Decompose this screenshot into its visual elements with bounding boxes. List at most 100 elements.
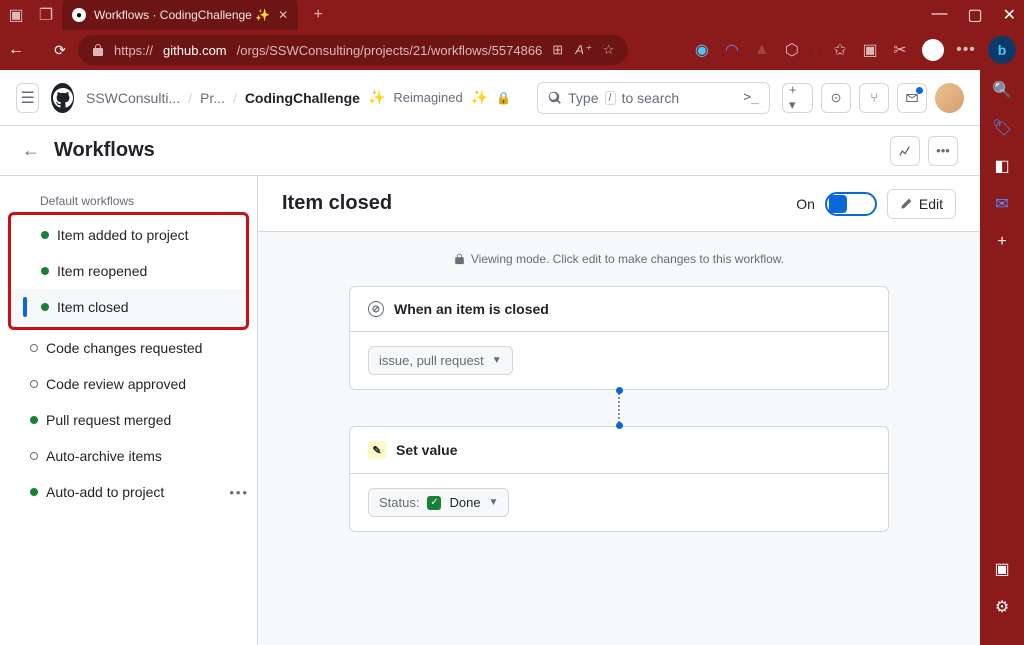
edit-button[interactable]: Edit	[887, 189, 956, 219]
insights-button[interactable]	[890, 136, 920, 166]
workflow-detail-title: Item closed	[282, 192, 392, 215]
workflow-label: Pull request merged	[46, 412, 171, 428]
workflow-label: Code review approved	[46, 376, 186, 392]
sidebar-panel-icon[interactable]: ▣	[992, 559, 1012, 579]
url-favorite-icon[interactable]: ☆	[603, 42, 615, 58]
back-arrow-icon[interactable]: ←	[22, 140, 40, 161]
window-minimize-icon[interactable]: —	[931, 5, 947, 25]
search-icon	[548, 91, 562, 105]
create-new-button[interactable]: + ▾	[782, 83, 813, 113]
workflow-enable-toggle[interactable]	[825, 192, 877, 216]
workflow-item-more-icon[interactable]: •••	[229, 485, 249, 500]
toggle-knob	[829, 195, 847, 213]
trigger-card: ⊘ When an item is closed issue, pull req…	[349, 286, 889, 390]
status-dot-enabled	[30, 488, 38, 496]
new-tab-button[interactable]: +	[310, 7, 326, 23]
github-page: ☰ SSWConsulti... / Pr... / CodingChallen…	[0, 70, 980, 645]
status-dot-enabled	[41, 267, 49, 275]
nav-refresh-icon[interactable]: ⟳	[52, 42, 68, 58]
sidebar-add-icon[interactable]: +	[992, 232, 1012, 252]
breadcrumb-projects[interactable]: Pr...	[200, 90, 225, 106]
breadcrumb-org[interactable]: SSWConsulti...	[86, 90, 180, 106]
edge-workspaces-icon[interactable]: ▣	[8, 7, 24, 23]
sparkle-icon: ✨	[368, 89, 385, 106]
window-close-icon[interactable]: ✕	[1003, 5, 1016, 25]
private-lock-icon: 🔒	[496, 91, 511, 105]
sidebar-settings-icon[interactable]: ⚙	[992, 597, 1012, 617]
sidebar-office-icon[interactable]: ◧	[992, 156, 1012, 176]
toggle-state-label: On	[796, 196, 815, 212]
workflow-item-pr-merged[interactable]: Pull request merged	[0, 402, 257, 438]
workflow-detail: Item closed On Edit Viewing mode. Click …	[258, 176, 980, 645]
url-reader-icon[interactable]: A⁺	[575, 42, 591, 58]
chevron-down-icon: ▼	[492, 355, 502, 366]
url-path: /orgs/SSWConsulting/projects/21/workflow…	[237, 43, 543, 58]
extension-icon-2[interactable]: ◠	[724, 42, 740, 58]
address-bar[interactable]: https://github.com/orgs/SSWConsulting/pr…	[78, 35, 628, 65]
bing-chat-icon[interactable]: b	[988, 36, 1016, 64]
github-favicon: ●	[72, 8, 86, 22]
breadcrumb-sep: /	[233, 90, 237, 106]
github-header: ☰ SSWConsulti... / Pr... / CodingChallen…	[0, 70, 980, 126]
project-badge: Reimagined	[393, 90, 462, 105]
sidebar-tag-icon[interactable]: 🏷	[992, 118, 1012, 138]
workflow-item-closed[interactable]: Item closed	[11, 289, 246, 325]
workflows-sidebar: Default workflows Item added to project …	[0, 176, 258, 645]
search-input[interactable]: Type / to search >_	[537, 82, 770, 114]
github-logo[interactable]	[51, 83, 74, 113]
trigger-filter-chip[interactable]: issue, pull request ▼	[368, 346, 513, 375]
collections-icon[interactable]: ▣	[862, 42, 878, 58]
lock-icon	[454, 253, 465, 265]
workflow-item-review-approved[interactable]: Code review approved	[0, 366, 257, 402]
notifications-button[interactable]	[897, 83, 927, 113]
status-field-label: Status:	[379, 495, 419, 510]
workflow-item-changes-requested[interactable]: Code changes requested	[0, 330, 257, 366]
extension-icon-3[interactable]: ▲	[754, 42, 770, 58]
workflow-label: Item added to project	[57, 227, 189, 243]
workflow-label: Code changes requested	[46, 340, 202, 356]
sidebar-outlook-icon[interactable]: ✉	[992, 194, 1012, 214]
search-suffix: to search	[622, 90, 680, 106]
issues-button[interactable]: ⊙	[821, 83, 851, 113]
workflow-item-auto-add[interactable]: Auto-add to project •••	[0, 474, 257, 510]
highlighted-workflows-annotation: Item added to project Item reopened Item…	[8, 212, 249, 330]
pencil-icon	[900, 197, 913, 210]
trigger-icon: ⊘	[368, 301, 384, 317]
command-palette-hint[interactable]: >_	[743, 90, 759, 105]
breadcrumb: SSWConsulti... / Pr... / CodingChallenge…	[86, 89, 511, 106]
browser-menu-icon[interactable]: •••	[958, 42, 974, 58]
status-dot-disabled	[30, 380, 38, 388]
favorites-icon[interactable]: ✩	[832, 42, 848, 58]
action-title: Set value	[396, 442, 457, 458]
user-avatar[interactable]	[935, 83, 964, 113]
workflow-label: Item reopened	[57, 263, 147, 279]
workflow-detail-header: Item closed On Edit	[258, 176, 980, 232]
nav-menu-button[interactable]: ☰	[16, 83, 39, 113]
browser-tab-active[interactable]: ● Workflows · CodingChallenge ✨ ✕	[62, 0, 298, 30]
tab-close-icon[interactable]: ✕	[278, 8, 288, 22]
extension-icon-1[interactable]: ◉	[694, 42, 710, 58]
sidebar-search-icon[interactable]: 🔍	[992, 80, 1012, 100]
nav-back-icon[interactable]: ←	[8, 42, 24, 58]
workflow-label: Item closed	[57, 299, 129, 315]
profile-avatar[interactable]	[922, 39, 944, 61]
lock-icon	[92, 43, 104, 57]
edge-tabs-icon[interactable]: ❐	[38, 7, 54, 23]
edge-sidebar: 🔍 🏷 ◧ ✉ + ▣ ⚙	[980, 70, 1024, 645]
extensions-menu-icon[interactable]: ⬡	[784, 42, 800, 58]
clip-icon[interactable]: ✂	[892, 42, 908, 58]
pull-requests-button[interactable]: ⑂	[859, 83, 889, 113]
more-options-button[interactable]: •••	[928, 136, 958, 166]
window-maximize-icon[interactable]: ▢	[967, 5, 982, 25]
action-value-chip[interactable]: Status: ✓ Done ▼	[368, 488, 509, 517]
workflow-item-added[interactable]: Item added to project	[11, 217, 246, 253]
browser-toolbar: ← ⟳ https://github.com/orgs/SSWConsultin…	[0, 30, 1024, 70]
breadcrumb-project[interactable]: CodingChallenge	[245, 90, 360, 106]
workflow-item-auto-archive[interactable]: Auto-archive items	[0, 438, 257, 474]
workflows-header: ← Workflows •••	[0, 126, 980, 176]
status-dot-disabled	[30, 452, 38, 460]
search-placeholder: Type	[568, 90, 598, 106]
workflow-item-reopened[interactable]: Item reopened	[11, 253, 246, 289]
url-app-icon[interactable]: ⊞	[552, 42, 563, 58]
sparkle-icon: ✨	[471, 89, 488, 106]
